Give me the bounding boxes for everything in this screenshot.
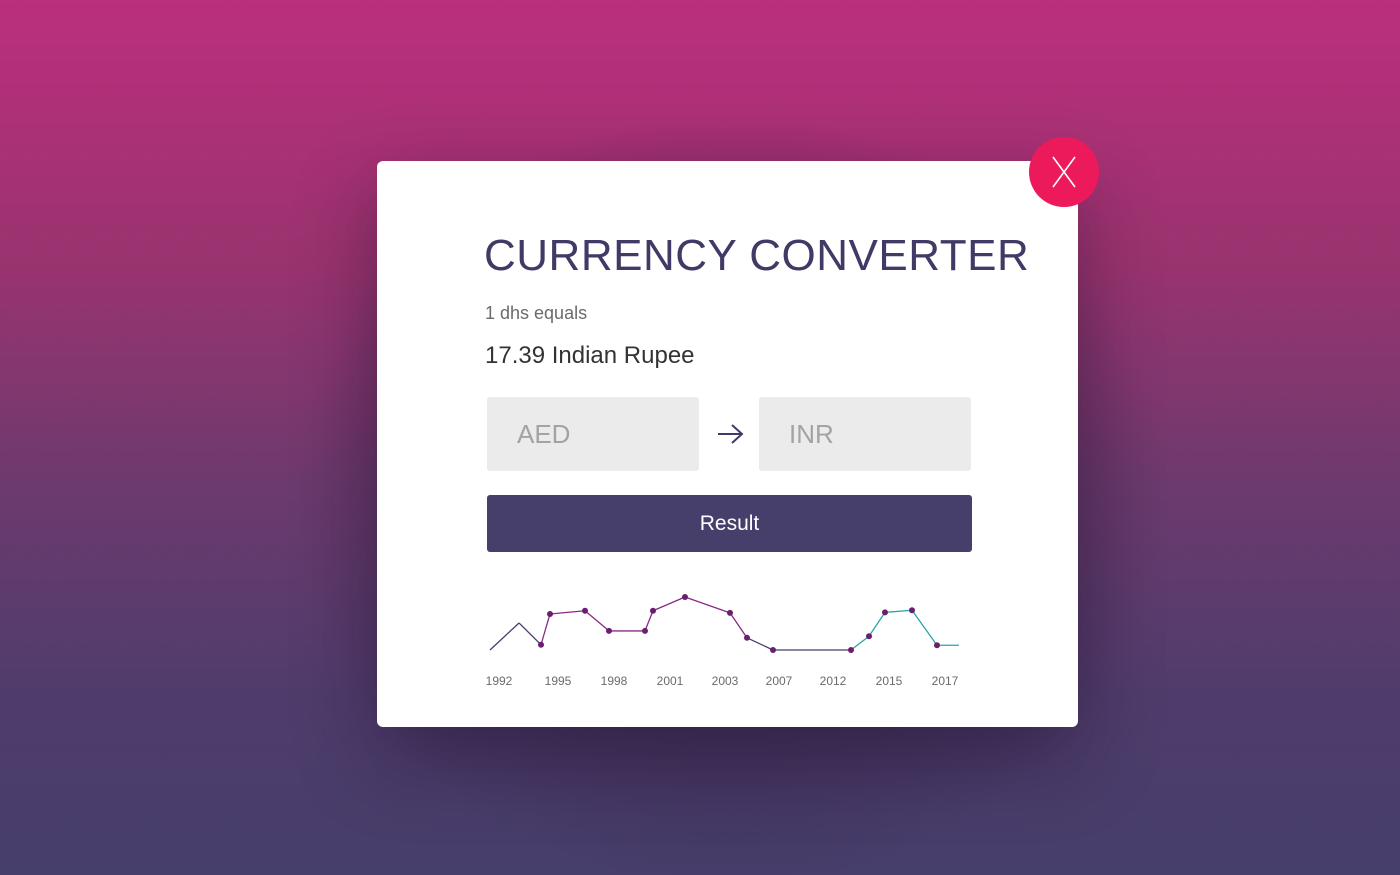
x-tick-label: 1995 [545,674,572,688]
chart-x-axis-labels: 1992 1995 1998 2001 2003 2007 2012 2015 2017 [486,674,959,688]
chart-line-segment [746,637,774,651]
chart-point [882,609,888,616]
chart-line-segment [489,622,520,651]
chart-line-segment [540,613,551,645]
chart-points [538,594,940,653]
x-tick-label: 2003 [712,674,739,688]
x-tick-label: 1998 [601,674,628,688]
x-tick-label: 2007 [766,674,793,688]
chart-line-segment [644,610,654,632]
chart-point [650,607,656,614]
chart-point [934,642,940,649]
result-button[interactable]: Result [487,495,972,552]
x-tick-label: 2017 [932,674,959,688]
x-tick-label: 2015 [876,674,903,688]
currency-converter-dialog: CURRENCY CONVERTER 1 dhs equals 17.39 In… [377,161,1078,727]
from-currency-field[interactable]: AED [487,397,699,471]
result-button-label: Result [699,511,760,535]
chart-point [744,634,750,641]
chart-point [642,627,648,634]
chart-line-segment [911,609,938,646]
chart-point [538,641,544,648]
chart-line-segment [868,612,886,637]
conversion-result: 17.39 Indian Rupee [485,342,695,369]
chart-point [848,647,854,653]
from-currency-value: AED [517,418,571,449]
chart-lines [489,596,959,651]
chart-point [547,610,553,617]
close-button[interactable] [1029,137,1099,207]
chart-line-segment [729,612,748,639]
chart-line-segment [884,609,913,614]
chart-line-segment [584,610,610,632]
chart-point [682,594,688,600]
chart-point [606,627,612,634]
chart-point [727,609,733,616]
rate-history-chart: 1992 1995 1998 2001 2003 2007 2012 2015 2017 [486,594,959,688]
chart-point [866,633,872,640]
chart-line-segment [652,596,686,612]
dialog-title: CURRENCY CONVERTER [484,231,1030,280]
to-currency-value: INR [789,418,834,449]
chart-line-segment [850,635,870,651]
chart-line-segment [518,622,542,646]
x-tick-label: 1992 [486,674,513,688]
arrow-right-icon [718,424,744,444]
chart-line-segment [684,596,731,614]
x-tick-label: 2012 [820,674,847,688]
rate-subtitle: 1 dhs equals [485,303,588,323]
to-currency-field[interactable]: INR [759,397,971,471]
chart-point [909,607,915,614]
close-icon [1052,156,1076,188]
x-tick-label: 2001 [657,674,684,688]
chart-point [582,607,588,614]
chart-line-segment [549,610,586,615]
chart-point [770,647,776,653]
